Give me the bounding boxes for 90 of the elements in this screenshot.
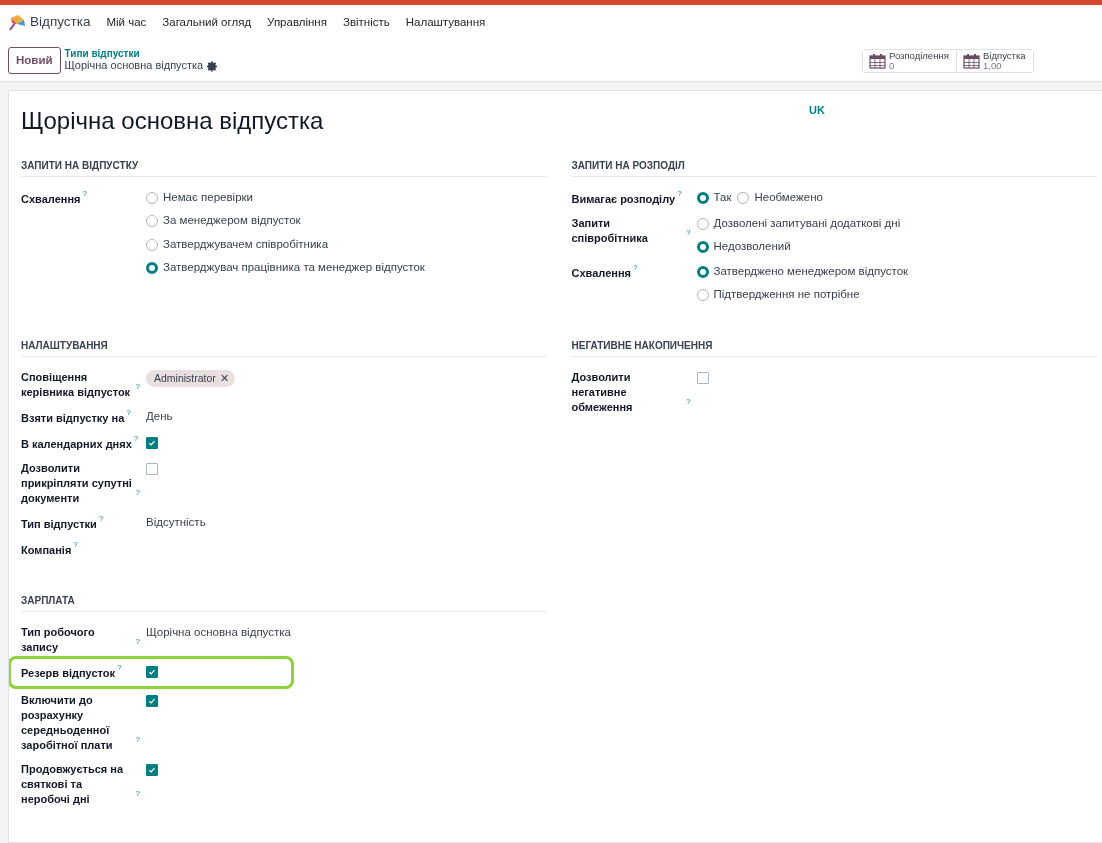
field-label: Сповіщення керівника відпусток: [21, 369, 132, 400]
radio-button[interactable]: [146, 238, 158, 251]
app-logo-icon[interactable]: [8, 13, 26, 32]
help-mark[interactable]: ?: [117, 663, 122, 672]
help-mark[interactable]: ?: [677, 189, 682, 198]
breadcrumb-link[interactable]: Типи відпустки: [64, 48, 219, 60]
checkmark-icon: [148, 667, 156, 676]
remove-tag-icon[interactable]: ✕: [219, 370, 229, 387]
stat-value: 1,00: [983, 60, 1002, 71]
field-value: День: [146, 409, 173, 422]
menu-item[interactable]: Налаштування: [397, 13, 494, 32]
stat-button[interactable]: Відпустка 1,00: [956, 49, 1033, 72]
radio-label[interactable]: Необмежено: [754, 189, 823, 206]
radio-label[interactable]: Так: [713, 189, 732, 206]
radio-label[interactable]: За менеджером відпусток: [163, 213, 301, 229]
tag-label: Administrator: [154, 370, 216, 386]
radio-label[interactable]: Затверджувачем співробітника: [163, 236, 329, 253]
field-label: Схвалення: [571, 265, 631, 281]
calendar-icon: [869, 52, 886, 69]
checkbox[interactable]: [146, 763, 158, 776]
field-label: Схвалення: [21, 191, 81, 207]
help-mark[interactable]: ?: [135, 789, 140, 798]
menu-item[interactable]: Управління: [259, 13, 335, 32]
field-label: Включити до розрахунку середньоденної заробітної плати: [21, 692, 114, 753]
checkbox[interactable]: [146, 694, 158, 707]
help-mark[interactable]: ?: [135, 382, 140, 391]
field-label: Тип робочого запису: [21, 624, 96, 655]
help-mark[interactable]: ?: [98, 514, 104, 523]
radio-button[interactable]: [737, 191, 750, 204]
field-label: Резерв відпусток: [21, 665, 116, 681]
checkmark-icon: [148, 696, 156, 705]
new-button[interactable]: Новий: [8, 46, 61, 75]
calendar-icon: [963, 52, 980, 69]
radio-button[interactable]: [696, 241, 709, 254]
field-label: Дозволити негативне обмеження: [571, 369, 634, 415]
field-value: Відсутність: [146, 515, 206, 528]
help-mark[interactable]: ?: [82, 189, 87, 198]
radio-button[interactable]: [696, 217, 709, 230]
field-label: Компанія: [21, 542, 72, 558]
field-label: Дозволити прикріпляти супутні документи: [21, 460, 133, 506]
field-label: Вимагає розподілу: [571, 191, 676, 207]
checkbox[interactable]: [146, 462, 158, 475]
checkmark-icon: [148, 438, 156, 447]
help-mark[interactable]: ?: [686, 228, 691, 237]
help-mark[interactable]: ?: [632, 263, 638, 272]
menu-item[interactable]: Звітність: [334, 13, 398, 32]
stat-label: Відпустка: [983, 50, 1026, 61]
stat-label: Розподілення: [889, 50, 949, 61]
help-mark[interactable]: ?: [135, 488, 140, 497]
form-title: Щорічна основна відпустка: [21, 107, 324, 136]
field-label: Продовжується на святкові та неробочі дні: [21, 761, 125, 807]
section-heading: НЕГАТИВНЕ НАКОПИЧЕННЯ: [571, 337, 1097, 357]
checkmark-icon: [148, 765, 156, 774]
menu-item[interactable]: Мій час: [98, 13, 155, 32]
radio-label[interactable]: Затверджено менеджером відпусток: [713, 263, 909, 280]
stat-value: 0: [889, 60, 895, 71]
radio-button[interactable]: [146, 191, 158, 204]
radio-button[interactable]: [696, 191, 709, 204]
radio-button[interactable]: [696, 289, 709, 302]
field-label: Запити співробітника: [571, 215, 649, 246]
field-value: Щорічна основна відпустка: [146, 625, 291, 638]
radio-button[interactable]: [146, 215, 158, 228]
section-heading: ЗАПИТИ НА РОЗПОДІЛ: [571, 157, 1097, 177]
field-label: В календарних днях: [21, 436, 132, 452]
record-name: Щорічна основна відпустка: [64, 59, 204, 73]
radio-button[interactable]: [146, 262, 158, 275]
help-mark[interactable]: ?: [133, 434, 139, 443]
app-name[interactable]: Відпустка: [30, 12, 91, 33]
field-label: Тип відпустки: [21, 516, 97, 532]
settings-icon[interactable]: [207, 60, 219, 72]
language-link[interactable]: UK: [809, 102, 825, 119]
radio-button[interactable]: [696, 265, 709, 278]
help-mark[interactable]: ?: [135, 735, 140, 744]
checkbox[interactable]: [696, 371, 709, 384]
radio-label[interactable]: Дозволені запитувані додаткові дні: [713, 215, 901, 232]
radio-label[interactable]: Затверджувач працівника та менеджер відпусток: [163, 260, 425, 276]
field-label: Взяти відпустку на: [21, 410, 125, 426]
menu-item[interactable]: Загальний огляд: [154, 13, 260, 32]
help-mark[interactable]: ?: [135, 637, 140, 646]
help-mark[interactable]: ?: [686, 397, 691, 406]
section-heading: НАЛАШТУВАННЯ: [21, 337, 547, 357]
radio-label[interactable]: Немає перевірки: [163, 189, 253, 206]
section-heading: ЗАРПЛАТА: [21, 592, 547, 612]
help-mark[interactable]: ?: [73, 540, 78, 549]
checkbox[interactable]: [146, 665, 158, 678]
help-mark[interactable]: ?: [126, 408, 131, 417]
checkbox[interactable]: [146, 436, 158, 449]
section-heading: ЗАПИТИ НА ВІДПУСТКУ: [21, 157, 547, 177]
radio-label[interactable]: Підтвердження не потрібне: [713, 287, 860, 303]
radio-label[interactable]: Недозволений: [713, 239, 791, 255]
